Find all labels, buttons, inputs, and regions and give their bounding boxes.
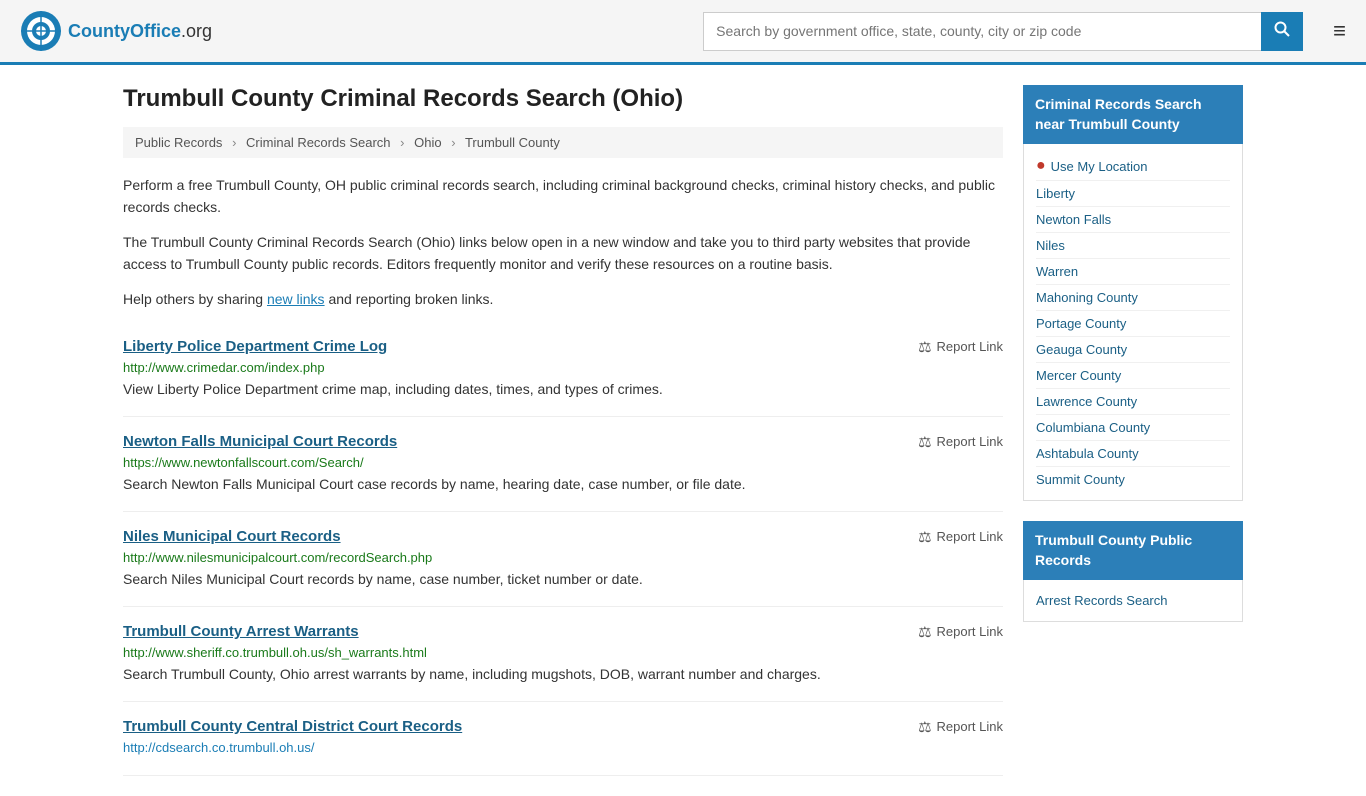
result-header: Trumbull County Arrest Warrants ⚖ Report… — [123, 623, 1003, 641]
search-icon — [1274, 21, 1290, 37]
sidebar-link-5[interactable]: Portage County — [1036, 311, 1230, 337]
result-url-2: http://www.nilesmunicipalcourt.com/recor… — [123, 550, 1003, 565]
search-area — [703, 12, 1303, 51]
result-desc-1: Search Newton Falls Municipal Court case… — [123, 474, 1003, 495]
breadcrumb-public-records[interactable]: Public Records — [135, 135, 222, 150]
sidebar-link-0[interactable]: Liberty — [1036, 181, 1230, 207]
sidebar-links2-container: Arrest Records Search — [1036, 588, 1230, 613]
result-item: Trumbull County Central District Court R… — [123, 702, 1003, 776]
report-link-1[interactable]: ⚖ Report Link — [918, 433, 1003, 451]
result-url-0: http://www.crimedar.com/index.php — [123, 360, 1003, 375]
report-icon-1: ⚖ — [918, 433, 931, 451]
result-url-1: https://www.newtonfallscourt.com/Search/ — [123, 455, 1003, 470]
sidebar-body-public-records: Arrest Records Search — [1023, 580, 1243, 622]
report-link-2[interactable]: ⚖ Report Link — [918, 528, 1003, 546]
sidebar-link-2[interactable]: Niles — [1036, 233, 1230, 259]
breadcrumb-ohio[interactable]: Ohio — [414, 135, 441, 150]
results-container: Liberty Police Department Crime Log ⚖ Re… — [123, 322, 1003, 776]
sidebar-link-10[interactable]: Ashtabula County — [1036, 441, 1230, 467]
result-url-link-2[interactable]: http://www.nilesmunicipalcourt.com/recor… — [123, 550, 432, 565]
menu-button[interactable]: ≡ — [1333, 18, 1346, 44]
report-icon-3: ⚖ — [918, 623, 931, 641]
main-container: Trumbull County Criminal Records Search … — [103, 65, 1263, 796]
logo-link[interactable]: CountyOffice.org — [20, 10, 212, 52]
use-location-label: Use My Location — [1051, 159, 1148, 174]
result-title-1[interactable]: Newton Falls Municipal Court Records — [123, 433, 397, 450]
result-url-link-1[interactable]: https://www.newtonfallscourt.com/Search/ — [123, 455, 364, 470]
sidebar-section-nearby: Criminal Records Search near Trumbull Co… — [1023, 85, 1243, 501]
header: CountyOffice.org ≡ — [0, 0, 1366, 65]
sidebar-section-public-records: Trumbull County Public Records Arrest Re… — [1023, 521, 1243, 622]
intro-p3-end: and reporting broken links. — [325, 291, 494, 307]
result-desc-0: View Liberty Police Department crime map… — [123, 379, 1003, 400]
sidebar-body-nearby: ● Use My Location LibertyNewton FallsNil… — [1023, 144, 1243, 501]
result-url-3: http://www.sheriff.co.trumbull.oh.us/sh_… — [123, 645, 1003, 660]
result-url-4: http://cdsearch.co.trumbull.oh.us/ — [123, 740, 1003, 755]
report-link-label-3: Report Link — [937, 624, 1003, 639]
result-title-0[interactable]: Liberty Police Department Crime Log — [123, 338, 387, 355]
sidebar-links-container: LibertyNewton FallsNilesWarrenMahoning C… — [1036, 181, 1230, 492]
sidebar-link-11[interactable]: Summit County — [1036, 467, 1230, 492]
location-dot-icon: ● — [1036, 157, 1046, 175]
sidebar-link-3[interactable]: Warren — [1036, 259, 1230, 285]
intro-p1: Perform a free Trumbull County, OH publi… — [123, 174, 1003, 219]
report-link-label-1: Report Link — [937, 434, 1003, 449]
result-url-link-3[interactable]: http://www.sheriff.co.trumbull.oh.us/sh_… — [123, 645, 427, 660]
result-header: Liberty Police Department Crime Log ⚖ Re… — [123, 338, 1003, 356]
report-link-label-2: Report Link — [937, 529, 1003, 544]
report-link-4[interactable]: ⚖ Report Link — [918, 718, 1003, 736]
result-title-4[interactable]: Trumbull County Central District Court R… — [123, 718, 462, 735]
sidebar-section2-header: Trumbull County Public Records — [1023, 521, 1243, 580]
search-button[interactable] — [1261, 12, 1303, 51]
report-icon-2: ⚖ — [918, 528, 931, 546]
content-area: Trumbull County Criminal Records Search … — [123, 85, 1003, 776]
breadcrumb-current: Trumbull County — [465, 135, 560, 150]
search-input[interactable] — [703, 12, 1261, 51]
sidebar-link-1[interactable]: Newton Falls — [1036, 207, 1230, 233]
sidebar-link-4[interactable]: Mahoning County — [1036, 285, 1230, 311]
result-url-link-0[interactable]: http://www.crimedar.com/index.php — [123, 360, 325, 375]
result-header: Trumbull County Central District Court R… — [123, 718, 1003, 736]
result-header: Newton Falls Municipal Court Records ⚖ R… — [123, 433, 1003, 451]
result-url-link-4[interactable]: http://cdsearch.co.trumbull.oh.us/ — [123, 740, 314, 755]
report-icon-0: ⚖ — [918, 338, 931, 356]
result-header: Niles Municipal Court Records ⚖ Report L… — [123, 528, 1003, 546]
logo-text: CountyOffice.org — [68, 21, 212, 42]
sidebar-link-8[interactable]: Lawrence County — [1036, 389, 1230, 415]
use-location-link[interactable]: ● Use My Location — [1036, 152, 1230, 181]
new-links[interactable]: new links — [267, 291, 325, 307]
result-desc-3: Search Trumbull County, Ohio arrest warr… — [123, 664, 1003, 685]
report-link-0[interactable]: ⚖ Report Link — [918, 338, 1003, 356]
intro-p3-start: Help others by sharing — [123, 291, 267, 307]
report-link-label-4: Report Link — [937, 719, 1003, 734]
intro-p2: The Trumbull County Criminal Records Sea… — [123, 231, 1003, 276]
result-item: Trumbull County Arrest Warrants ⚖ Report… — [123, 607, 1003, 702]
result-item: Newton Falls Municipal Court Records ⚖ R… — [123, 417, 1003, 512]
page-title: Trumbull County Criminal Records Search … — [123, 85, 1003, 113]
sidebar: Criminal Records Search near Trumbull Co… — [1023, 85, 1243, 776]
result-item: Niles Municipal Court Records ⚖ Report L… — [123, 512, 1003, 607]
result-desc-2: Search Niles Municipal Court records by … — [123, 569, 1003, 590]
report-icon-4: ⚖ — [918, 718, 931, 736]
result-title-3[interactable]: Trumbull County Arrest Warrants — [123, 623, 359, 640]
sidebar-link-6[interactable]: Geauga County — [1036, 337, 1230, 363]
result-item: Liberty Police Department Crime Log ⚖ Re… — [123, 322, 1003, 417]
report-link-label-0: Report Link — [937, 339, 1003, 354]
breadcrumb-criminal-records-search[interactable]: Criminal Records Search — [246, 135, 391, 150]
logo-icon — [20, 10, 62, 52]
breadcrumb: Public Records › Criminal Records Search… — [123, 127, 1003, 158]
sidebar-section1-header: Criminal Records Search near Trumbull Co… — [1023, 85, 1243, 144]
intro-p3: Help others by sharing new links and rep… — [123, 288, 1003, 310]
sidebar-link2-0[interactable]: Arrest Records Search — [1036, 588, 1230, 613]
result-title-2[interactable]: Niles Municipal Court Records — [123, 528, 341, 545]
report-link-3[interactable]: ⚖ Report Link — [918, 623, 1003, 641]
sidebar-link-9[interactable]: Columbiana County — [1036, 415, 1230, 441]
sidebar-link-7[interactable]: Mercer County — [1036, 363, 1230, 389]
